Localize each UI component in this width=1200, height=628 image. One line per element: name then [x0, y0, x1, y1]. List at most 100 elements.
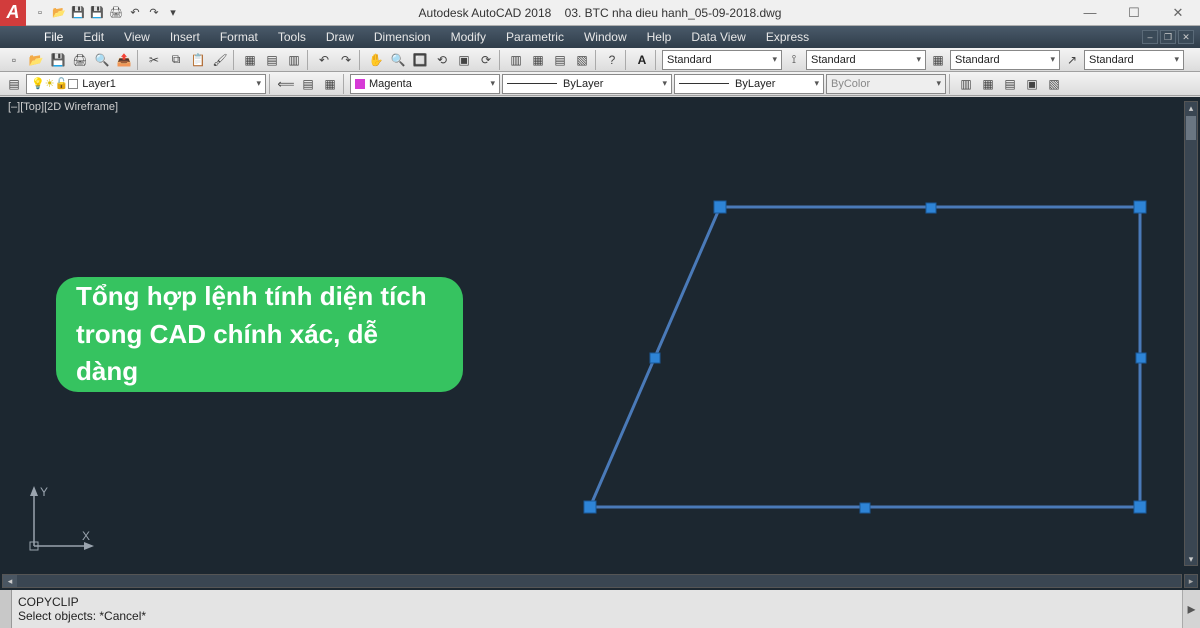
doc-close-button[interactable]: ✕	[1178, 30, 1194, 44]
dim-style-icon[interactable]: ⟟	[784, 50, 804, 70]
save-doc-icon[interactable]: 💾	[48, 50, 68, 70]
preview-icon[interactable]: 🔍	[92, 50, 112, 70]
menu-modify[interactable]: Modify	[441, 26, 496, 48]
open-icon[interactable]: 📂	[51, 5, 67, 21]
menu-file[interactable]: File	[34, 26, 73, 48]
minimize-button[interactable]: —	[1068, 0, 1112, 26]
plot-icon[interactable]: 🖨	[70, 50, 90, 70]
menu-format[interactable]: Format	[210, 26, 268, 48]
grip-mid-bottom[interactable]	[860, 503, 870, 513]
properties-icon[interactable]: ▥	[506, 50, 526, 70]
zoom-ext-icon[interactable]: ▣	[454, 50, 474, 70]
xref-icon[interactable]: ▤	[262, 50, 282, 70]
lineweight-dropdown[interactable]: ByLayer	[674, 74, 824, 94]
menu-express[interactable]: Express	[756, 26, 819, 48]
viewport-label[interactable]: [–][Top][2D Wireframe]	[8, 101, 118, 113]
grip-mid-top[interactable]	[926, 203, 936, 213]
doc-restore-button[interactable]: ❐	[1160, 30, 1176, 44]
maximize-button[interactable]: ☐	[1112, 0, 1156, 26]
dim-style-dropdown[interactable]: Standard	[806, 50, 926, 70]
mleader-style-icon[interactable]: ↗	[1062, 50, 1082, 70]
grip-mid-right[interactable]	[1136, 353, 1146, 363]
plotstyle-dropdown[interactable]: ByColor	[826, 74, 946, 94]
command-history[interactable]: COPYCLIP Select objects: *Cancel*	[12, 590, 1182, 628]
separator	[359, 50, 363, 70]
layer-manager-icon[interactable]: ▤	[4, 74, 24, 94]
layer-prev-icon[interactable]: ⟸	[276, 74, 296, 94]
scroll-left-icon[interactable]: ◂	[3, 575, 17, 587]
redo-icon[interactable]: ↷	[146, 5, 162, 21]
ws-icon-1[interactable]: ▥	[956, 74, 976, 94]
matchprop-icon[interactable]: 🖌	[210, 50, 230, 70]
zoom-window-icon[interactable]: 🔲	[410, 50, 430, 70]
pan-icon[interactable]: ✋	[366, 50, 386, 70]
menu-dimension[interactable]: Dimension	[364, 26, 441, 48]
grip-top-left[interactable]	[714, 201, 726, 213]
menu-edit[interactable]: Edit	[73, 26, 114, 48]
vertical-scrollbar[interactable]: ▴ ▾	[1184, 101, 1198, 566]
zoom-icon[interactable]: 🔍	[388, 50, 408, 70]
grip-mid-left[interactable]	[650, 353, 660, 363]
linetype-dropdown[interactable]: ByLayer	[502, 74, 672, 94]
doc-minimize-button[interactable]: –	[1142, 30, 1158, 44]
help-icon[interactable]: ?	[602, 50, 622, 70]
close-button[interactable]: ✕	[1156, 0, 1200, 26]
print-icon[interactable]: 🖨	[108, 5, 124, 21]
tool-palette-icon[interactable]: ▤	[550, 50, 570, 70]
selected-polyline[interactable]	[550, 177, 1170, 557]
layer-iso-icon[interactable]: ▦	[320, 74, 340, 94]
ws-icon-4[interactable]: ▣	[1022, 74, 1042, 94]
paste-icon[interactable]: 📋	[188, 50, 208, 70]
polyline-shape[interactable]	[590, 207, 1140, 507]
scroll-thumb-v[interactable]	[1186, 116, 1196, 140]
ws-icon-5[interactable]: ▧	[1044, 74, 1064, 94]
block-icon[interactable]: ▦	[240, 50, 260, 70]
publish-icon[interactable]: 📤	[114, 50, 134, 70]
save-icon[interactable]: 💾	[70, 5, 86, 21]
menu-window[interactable]: Window	[574, 26, 637, 48]
undo2-icon[interactable]: ↶	[314, 50, 334, 70]
menu-insert[interactable]: Insert	[160, 26, 210, 48]
redo2-icon[interactable]: ↷	[336, 50, 356, 70]
menu-draw[interactable]: Draw	[316, 26, 364, 48]
sheet-icon[interactable]: ▥	[284, 50, 304, 70]
menu-help[interactable]: Help	[637, 26, 682, 48]
menu-dataview[interactable]: Data View	[681, 26, 755, 48]
drawing-area[interactable]: [–][Top][2D Wireframe] Y X Tổng hợp lệnh…	[0, 97, 1200, 590]
zoom-prev-icon[interactable]: ⟲	[432, 50, 452, 70]
qat-more-icon[interactable]: ▾	[165, 5, 181, 21]
table-style-icon[interactable]: ▦	[928, 50, 948, 70]
copy-icon[interactable]: ⧉	[166, 50, 186, 70]
regen-icon[interactable]: ⟳	[476, 50, 496, 70]
saveas-icon[interactable]: 💾	[89, 5, 105, 21]
grip-top-right[interactable]	[1134, 201, 1146, 213]
scroll-right-icon[interactable]: ▸	[1184, 574, 1198, 588]
app-logo[interactable]: A	[0, 0, 26, 26]
new-icon[interactable]: ▫	[32, 5, 48, 21]
command-drag-handle[interactable]	[0, 590, 12, 628]
ws-icon-3[interactable]: ▤	[1000, 74, 1020, 94]
cut-icon[interactable]: ✂	[144, 50, 164, 70]
layer-state-icon[interactable]: ▤	[298, 74, 318, 94]
mleader-style-dropdown[interactable]: Standard	[1084, 50, 1184, 70]
open-doc-icon[interactable]: 📂	[26, 50, 46, 70]
undo-icon[interactable]: ↶	[127, 5, 143, 21]
calc-icon[interactable]: ▧	[572, 50, 592, 70]
command-expand-icon[interactable]: ▸	[1182, 590, 1200, 628]
table-style-dropdown[interactable]: Standard	[950, 50, 1060, 70]
scroll-up-icon[interactable]: ▴	[1186, 102, 1196, 114]
text-style-dropdown[interactable]: Standard	[662, 50, 782, 70]
text-style-icon[interactable]: A	[632, 50, 652, 70]
menu-parametric[interactable]: Parametric	[496, 26, 574, 48]
color-dropdown[interactable]: Magenta	[350, 74, 500, 94]
ws-icon-2[interactable]: ▦	[978, 74, 998, 94]
design-center-icon[interactable]: ▦	[528, 50, 548, 70]
scroll-down-icon[interactable]: ▾	[1186, 553, 1196, 565]
grip-bottom-left[interactable]	[584, 501, 596, 513]
menu-tools[interactable]: Tools	[268, 26, 316, 48]
menu-view[interactable]: View	[114, 26, 160, 48]
grip-bottom-right[interactable]	[1134, 501, 1146, 513]
new-doc-icon[interactable]: ▫	[4, 50, 24, 70]
horizontal-scrollbar[interactable]: ◂	[2, 574, 1182, 588]
layer-dropdown[interactable]: 💡 ☀ 🔓 Layer1	[26, 74, 266, 94]
